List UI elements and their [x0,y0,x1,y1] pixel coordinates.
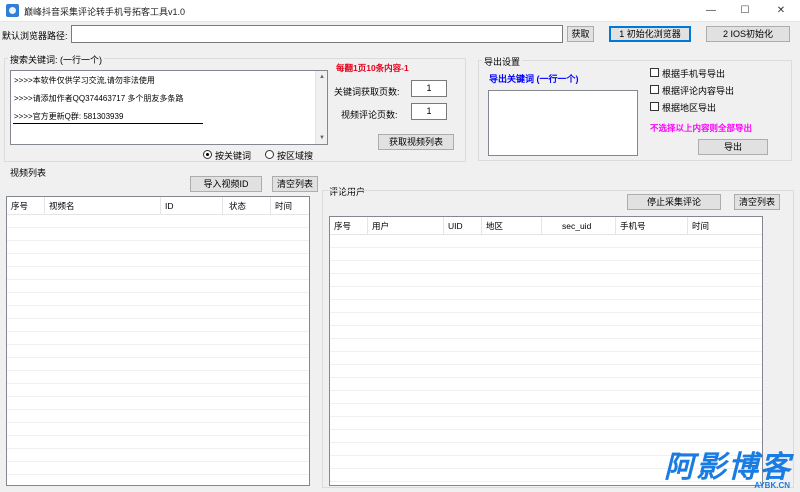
import-video-id-button[interactable]: 导入视频ID [190,176,262,192]
video-list-table[interactable]: 序号 视频名 ID 状态 时间 [6,196,310,486]
check-phone-label: 根据手机号导出 [662,69,726,79]
export-keyword-textarea[interactable] [488,90,638,156]
browser-path-label: 默认浏览器路径: [2,31,68,41]
browser-path-input[interactable] [71,25,563,43]
col-header[interactable]: 序号 [7,197,45,215]
init-browser-button[interactable]: 1 初始化浏览器 [609,26,691,42]
keyword-line: >>>>请添加作者QQ374463717 多个朋友多条路 [14,94,184,103]
col-header[interactable]: 序号 [330,217,368,235]
check-comment[interactable] [650,85,659,94]
col-header[interactable]: 地区 [482,217,542,235]
col-header[interactable]: 时间 [688,217,762,235]
comment-pages-input[interactable]: 1 [411,103,447,120]
comment-pages-label: 视频评论页数: [341,110,398,120]
col-header[interactable]: 时间 [271,197,309,215]
col-header[interactable]: 视频名 [45,197,161,215]
keyword-textarea[interactable]: >>>>本软件仅供学习交流,请勿非法使用 >>>>请添加作者QQ37446371… [10,70,328,145]
scroll-up-icon: ▲ [319,74,325,80]
col-header[interactable]: 用户 [368,217,444,235]
check-region[interactable] [650,102,659,111]
get-video-list-button[interactable]: 获取视频列表 [378,134,454,150]
col-header[interactable]: UID [444,217,482,235]
maximize-button[interactable]: ☐ [728,0,762,22]
export-group-label: 导出设置 [482,55,523,68]
check-region-label: 根据地区导出 [662,103,717,113]
scroll-down-icon: ▼ [319,135,325,141]
col-header[interactable]: ID [161,197,223,215]
radio-region-label: 按区域搜 [277,151,314,161]
export-keyword-header: 导出关键词 (一行一个) [489,74,579,84]
keyword-pages-input[interactable]: 1 [411,80,447,97]
clear-video-list-button[interactable]: 清空列表 [272,176,318,192]
video-table-header: 序号 视频名 ID 状态 时间 [7,197,309,215]
clear-comments-button[interactable]: 清空列表 [734,194,780,210]
watermark-url: AYBK.CN [754,481,790,490]
comments-table-header: 序号 用户 UID 地区 sec_uid 手机号 时间 [330,217,762,235]
radio-keyword[interactable] [203,150,212,159]
fetch-path-button[interactable]: 获取 [567,26,594,42]
app-icon [6,4,19,17]
title-bar: 巅峰抖音采集评论转手机号拓客工具v1.0 — ☐ ✕ [0,0,800,22]
export-hint: 不选择以上内容则全部导出 [650,123,753,133]
window-title: 巅峰抖音采集评论转手机号拓客工具v1.0 [24,7,186,17]
keyword-pages-label: 关键词获取页数: [334,87,400,97]
video-list-label: 视频列表 [10,168,47,178]
close-button[interactable]: ✕ [764,0,798,22]
radio-region[interactable] [265,150,274,159]
check-comment-label: 根据评论内容导出 [662,86,735,96]
page-notice: 每翻1页10条内容-1 [336,63,409,73]
search-group-label: 搜索关键词: (一行一个) [8,53,104,66]
text-underline [13,123,203,124]
video-table-rows [7,215,309,485]
scrollbar[interactable]: ▲ ▼ [315,71,327,144]
ios-init-button[interactable]: 2 IOS初始化 [706,26,790,42]
radio-keyword-label: 按关键词 [215,151,252,161]
col-header[interactable]: 手机号 [616,217,688,235]
col-header[interactable]: 状态 [223,197,271,215]
watermark-logo: 阿影博客 [664,451,792,484]
check-phone[interactable] [650,68,659,77]
col-header[interactable]: sec_uid [542,217,616,235]
minimize-button[interactable]: — [694,0,728,22]
keyword-line: >>>>本软件仅供学习交流,请勿非法使用 [14,76,155,85]
stop-collect-button[interactable]: 停止采集评论 [627,194,721,210]
export-button[interactable]: 导出 [698,139,768,155]
